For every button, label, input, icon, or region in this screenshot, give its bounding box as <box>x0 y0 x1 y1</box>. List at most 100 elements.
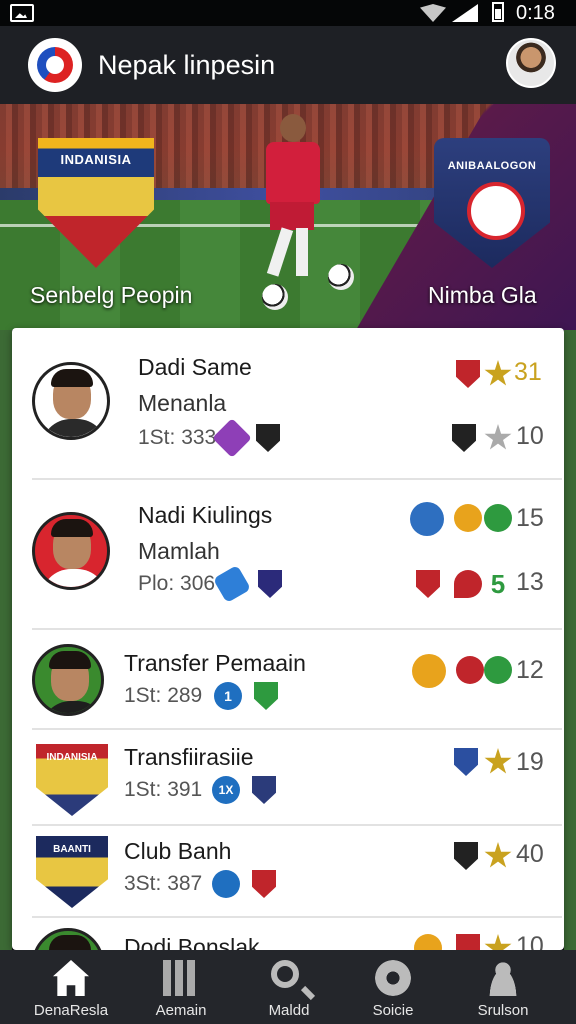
pitch-edge-left <box>0 330 12 950</box>
club-shield-icon <box>256 424 280 452</box>
item-score: 40 <box>516 840 544 868</box>
badge-1x: 1X <box>212 776 240 804</box>
gold-star-icon <box>484 934 512 950</box>
bottom-navigation: DenaResla Aemain Maldd Soicie Srulson <box>0 950 576 1024</box>
item-score: 12 <box>516 656 544 684</box>
club-shield-icon <box>416 570 440 598</box>
app-title: Nepak linpesin <box>98 50 276 80</box>
club-crest-text: BAANTI <box>53 844 91 855</box>
nav-label: Srulson <box>477 1002 529 1019</box>
club-badge-icon <box>212 870 240 898</box>
item-score-bottom: 10 <box>516 422 544 450</box>
item-name: Nadi Kiulings <box>138 502 273 528</box>
home-icon <box>53 960 89 996</box>
status-time: 0:18 <box>516 2 555 24</box>
left-team-name[interactable]: Senbelg Peopin <box>30 282 192 309</box>
gold-star-icon <box>484 748 512 774</box>
number-badge: 1 <box>214 682 242 710</box>
item-name: Dadi Same <box>138 354 252 380</box>
item-name: Transfiirasiie <box>124 744 254 770</box>
item-name: Club Banh <box>124 838 232 864</box>
club-shield-icon <box>452 424 476 452</box>
profile-avatar[interactable] <box>506 38 556 88</box>
club-badge-icon <box>412 654 446 688</box>
item-stat: 1St: 391 <box>124 778 203 801</box>
club-shield-icon <box>456 934 480 950</box>
nav-label: Maldd <box>268 1002 310 1019</box>
football-icon <box>328 264 354 290</box>
club-badge-icon <box>484 656 512 684</box>
nav-label: DenaResla <box>33 1002 109 1019</box>
club-badge-icon <box>414 934 442 950</box>
sun-badge-icon <box>454 504 482 532</box>
club-shield-icon <box>254 682 278 710</box>
club-shield-icon <box>454 842 478 870</box>
club-badge-icon <box>456 656 484 684</box>
drop-badge-icon <box>454 570 482 598</box>
player-avatar <box>32 928 104 950</box>
player-illustration <box>258 114 328 284</box>
club-crest-text: INDANISIA <box>46 752 98 763</box>
club-shield-icon <box>258 570 282 598</box>
gallery-icon <box>10 4 34 22</box>
battery-icon <box>492 2 504 22</box>
player-list-panel: Dadi Same Menanla 1St: 333 31 10 Nadi Ki… <box>12 328 564 950</box>
app-logo-icon[interactable] <box>28 38 82 92</box>
list-item[interactable]: Dodi Bonslak 10 <box>32 922 562 950</box>
star-icon <box>484 424 512 450</box>
nav-item-aemain[interactable]: Aemain <box>126 950 236 1024</box>
nav-label: Soicie <box>372 1002 414 1019</box>
right-team-name[interactable]: Nimba Gla <box>428 282 537 309</box>
user-icon <box>485 960 521 996</box>
gold-badge-icon <box>484 360 512 386</box>
search-icon <box>271 960 299 988</box>
diamond-badge-icon <box>212 418 252 458</box>
pitch-edge-right <box>564 330 576 950</box>
item-subtitle: Mamlah <box>138 538 220 564</box>
match-hero-banner[interactable]: INDANISIA ANIBAALOGON Senbelg Peopin Nim… <box>0 104 576 330</box>
tag-icon <box>212 564 252 604</box>
club-badge-icon <box>484 504 512 532</box>
player-avatar <box>32 644 104 716</box>
item-stat: Plo: 306 <box>138 572 216 595</box>
item-name: Dodi Bonslak <box>124 934 260 950</box>
item-stat: 1St: 333 <box>138 426 217 449</box>
list-item[interactable]: BAANTI Club Banh 3St: 387 40 <box>32 830 562 918</box>
gear-icon <box>375 960 411 996</box>
item-score-bottom: 13 <box>516 568 544 596</box>
list-item[interactable]: Nadi Kiulings Mamlah Plo: 306 15 5 13 <box>32 484 562 630</box>
app-bar: Nepak linpesin <box>0 26 576 104</box>
player-avatar <box>32 362 110 440</box>
item-score: 10 <box>516 932 544 950</box>
club-shield-icon <box>454 748 478 776</box>
club-shield-icon <box>456 360 480 388</box>
club-crest: BAANTI <box>36 836 108 908</box>
club-badge-icon <box>410 502 444 536</box>
right-team-crest-text: ANIBAALOGON <box>447 160 537 172</box>
item-name: Transfer Pemaain <box>124 650 306 676</box>
item-score-top: 15 <box>516 504 544 532</box>
item-score-top: 31 <box>514 358 542 386</box>
club-crest: INDANISIA <box>36 744 108 816</box>
club-shield-icon <box>252 870 276 898</box>
item-subtitle: Menanla <box>138 390 227 416</box>
grid-icon <box>163 960 199 996</box>
nav-item-settings[interactable]: Soicie <box>338 950 448 1024</box>
nav-label: Aemain <box>155 1002 207 1019</box>
item-stat: 3St: 387 <box>124 872 203 895</box>
signal-icon <box>452 4 478 22</box>
left-team-crest-text: INDANISIA <box>60 152 132 167</box>
list-item[interactable]: Transfer Pemaain 1St: 289 1 12 <box>32 634 562 730</box>
item-score: 19 <box>516 748 544 776</box>
five-badge: 5 <box>490 568 506 599</box>
list-item[interactable]: Dadi Same Menanla 1St: 333 31 10 <box>32 346 562 480</box>
football-icon <box>262 284 288 310</box>
gold-star-icon <box>484 842 512 868</box>
club-shield-icon <box>252 776 276 804</box>
nav-item-home[interactable]: DenaResla <box>16 950 126 1024</box>
player-avatar <box>32 512 110 590</box>
list-item[interactable]: INDANISIA Transfiirasiie 1St: 391 1X 19 <box>32 734 562 826</box>
nav-item-profile[interactable]: Srulson <box>448 950 558 1024</box>
item-stat: 1St: 289 <box>124 684 203 707</box>
nav-item-search[interactable]: Maldd <box>234 950 344 1024</box>
